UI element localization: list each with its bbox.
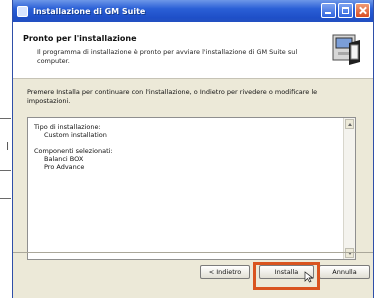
mouse-pointer-icon: [304, 271, 314, 283]
page-subtitle: Il programma di installazione è pronto p…: [37, 48, 298, 65]
minimize-button[interactable]: [321, 3, 336, 18]
install-type-value: Custom installation: [44, 131, 107, 139]
summary-scrollbar[interactable]: [343, 118, 355, 259]
component-item: Pro Advance: [44, 163, 85, 171]
page-title: Pronto per l'installazione: [23, 34, 137, 43]
maximize-icon: [339, 4, 352, 17]
wizard-header: Pronto per l'installazione Il programma …: [13, 22, 373, 79]
window-title: Installazione di GM Suite: [33, 6, 146, 16]
side-rule-middle: [0, 170, 11, 171]
computer-setup-icon: [332, 34, 360, 65]
wizard-buttons: < Indietro Installa Annulla: [13, 262, 373, 290]
summary-gap: [34, 139, 334, 147]
wizard-content: Premere Installa per continuare con l'in…: [13, 79, 373, 260]
installation-summary[interactable]: Tipo di installazione: Custom installati…: [27, 117, 356, 260]
app-icon: [17, 5, 28, 17]
chevron-up-icon: [348, 123, 352, 126]
cancel-button[interactable]: Annulla: [319, 265, 370, 279]
side-rule-top: [0, 118, 11, 119]
installer-window: Installazione di GM Suite Pronto per l'i…: [12, 0, 374, 298]
component-item: Balanci BOX: [44, 155, 84, 163]
button-separator: [13, 252, 373, 253]
scroll-up-button[interactable]: [345, 119, 354, 129]
scroll-down-button[interactable]: [345, 248, 354, 258]
components-label: Componenti selezionati:: [34, 147, 113, 155]
back-button[interactable]: < Indietro: [200, 265, 250, 279]
summary-text: Tipo di installazione: Custom installati…: [34, 123, 334, 171]
side-glyph: l: [6, 140, 10, 153]
maximize-button[interactable]: [338, 3, 353, 18]
install-type-label: Tipo di installazione:: [34, 123, 101, 131]
side-rule-bottom: [0, 198, 11, 199]
screenshot-stage: l Installazione di GM Suite Pronto per l…: [0, 0, 376, 298]
window-controls: [321, 3, 370, 18]
instruction-text: Premere Installa per continuare con l'in…: [27, 88, 318, 105]
close-button[interactable]: [355, 3, 370, 18]
title-bar[interactable]: Installazione di GM Suite: [13, 0, 373, 22]
close-icon: [356, 4, 369, 17]
minimize-icon: [322, 4, 335, 17]
